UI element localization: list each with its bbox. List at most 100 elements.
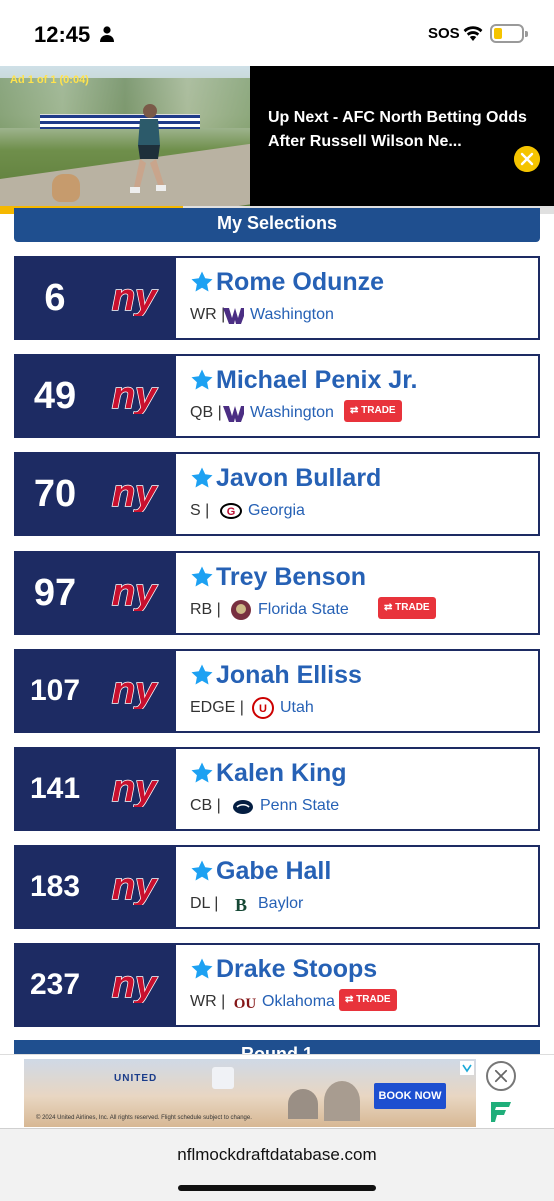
oklahoma-school-icon: OU [234,996,256,1012]
svg-text:ny: ny [112,476,158,512]
partner-logo [212,1067,234,1089]
giants-logo: ny [111,673,159,709]
player-position: DL | [190,895,219,912]
trade-badge[interactable]: ⇄ TRADE [344,400,402,422]
svg-text:ny: ny [112,280,158,316]
pick-number: 70 [33,473,77,515]
player-info[interactable]: Drake Stoops WR | OU Oklahoma ⇄ TRADE [176,945,538,1025]
pick-number: 97 [33,572,77,614]
washington-school-icon [223,406,244,422]
player-name[interactable]: Rome Odunze [216,268,384,297]
url-text[interactable]: nflmockdraftdatabase.com [0,1145,554,1165]
pick-number: 49 [33,375,77,417]
player-info[interactable]: Rome Odunze WR | Washington [176,258,538,338]
svg-text:ny: ny [112,575,158,611]
svg-text:OU: OU [234,996,256,1012]
school-link[interactable]: Utah [280,699,314,717]
runner-figure [130,104,166,193]
player-position: WR | [190,993,226,1010]
home-indicator[interactable] [178,1185,376,1191]
giants-logo: ny [111,476,159,512]
close-ad-icon[interactable] [486,1061,516,1091]
player-name[interactable]: Michael Penix Jr. [216,366,418,395]
svg-text:ny: ny [112,967,158,1003]
pick-card[interactable]: 107 ny Jonah Elliss EDGE | U Utah [14,649,540,733]
star-icon[interactable] [190,565,214,589]
browser-url-bar[interactable]: nflmockdraftdatabase.com [0,1128,554,1201]
svg-text:ny: ny [112,771,158,807]
giants-logo: ny [111,378,159,414]
svg-text:ny: ny [112,673,158,709]
ad-network-icon[interactable] [488,1099,514,1125]
school-link[interactable]: Florida State [258,601,349,619]
star-icon[interactable] [190,466,214,490]
player-name[interactable]: Gabe Hall [216,857,331,886]
star-icon[interactable] [190,761,214,785]
washington-school-icon [223,308,244,324]
player-info[interactable]: Gabe Hall DL | B Baylor [176,847,538,927]
star-icon[interactable] [190,663,214,687]
pick-number: 183 [29,870,81,903]
florida-state-school-icon [231,600,251,620]
player-info[interactable]: Michael Penix Jr. QB | Washington ⇄ TRADE [176,356,538,436]
section-title: My Selections [14,208,540,242]
book-now-button[interactable]: BOOK NOW [374,1083,446,1109]
player-info[interactable]: Jonah Elliss EDGE | U Utah [176,651,538,731]
wifi-icon [463,26,483,41]
clock: 12:45 [34,22,91,47]
pick-card[interactable]: 49 ny Michael Penix Jr. QB | Washington ⇄ TRA… [14,354,540,438]
giants-logo: ny [111,967,159,1003]
player-info[interactable]: Trey Benson RB | Florida State ⇄ TRADE [176,553,538,633]
star-icon[interactable] [190,270,214,294]
player-name[interactable]: Trey Benson [216,563,366,592]
pick-card[interactable]: 141 ny Kalen King CB | Penn State [14,747,540,831]
school-link[interactable]: Washington [250,404,334,422]
star-icon[interactable] [190,859,214,883]
star-icon[interactable] [190,957,214,981]
school-link[interactable]: Georgia [248,502,305,520]
school-link[interactable]: Washington [250,306,334,324]
school-link[interactable]: Baylor [258,895,303,913]
player-position: QB | [190,404,222,421]
united-brand-text: UNITED [114,1073,158,1084]
giants-logo: ny [111,280,159,316]
status-bar: 12:45 SOS [0,0,554,66]
player-position: EDGE | [190,699,244,716]
pick-card[interactable]: 97 ny Trey Benson RB | Florida State ⇄ TRADE [14,551,540,635]
trade-badge[interactable]: ⇄ TRADE [339,989,397,1011]
pick-number: 107 [29,674,81,707]
player-name[interactable]: Jonah Elliss [216,661,362,690]
player-position: RB | [190,601,221,618]
star-icon[interactable] [190,368,214,392]
georgia-school-icon: G [220,503,242,519]
adchoices-icon[interactable] [460,1061,474,1075]
pick-card[interactable]: 183 ny Gabe Hall DL | B Baylor [14,845,540,929]
school-link[interactable]: Oklahoma [262,993,335,1011]
svg-text:U: U [259,703,267,715]
banner-ad[interactable]: UNITED BOOK NOW © 2024 United Airlines, … [0,1054,554,1129]
player-position: WR | [190,306,226,323]
svg-text:ny: ny [112,378,158,414]
person-icon [100,26,114,42]
school-link[interactable]: Penn State [260,797,339,815]
pick-card[interactable]: 70 ny Javon Bullard S | G Georgia [14,452,540,536]
player-name[interactable]: Javon Bullard [216,464,381,493]
giants-logo: ny [111,575,159,611]
svg-text:ny: ny [112,869,158,905]
player-name[interactable]: Drake Stoops [216,955,377,984]
up-next-title[interactable]: Up Next - AFC North Betting Odds After R… [268,106,538,154]
pick-card[interactable]: 6 ny Rome Odunze WR | Washington [14,256,540,340]
close-icon[interactable] [514,146,540,172]
pick-number: 141 [29,772,81,805]
banner-ad-image[interactable]: UNITED BOOK NOW © 2024 United Airlines, … [24,1059,476,1127]
video-ad[interactable]: Ad 1 of 1 (0:04) Up Next - AFC North Bet… [0,66,554,214]
dog-figure [52,174,80,202]
player-info[interactable]: Javon Bullard S | G Georgia [176,454,538,534]
utah-school-icon: U [252,697,274,719]
player-name[interactable]: Kalen King [216,759,347,788]
pick-card[interactable]: 237 ny Drake Stoops WR | OU Oklahoma ⇄ TRADE [14,943,540,1027]
trade-badge[interactable]: ⇄ TRADE [378,597,436,619]
sos-indicator: SOS [428,25,460,42]
player-info[interactable]: Kalen King CB | Penn State [176,749,538,829]
video-thumbnail[interactable] [0,66,250,206]
